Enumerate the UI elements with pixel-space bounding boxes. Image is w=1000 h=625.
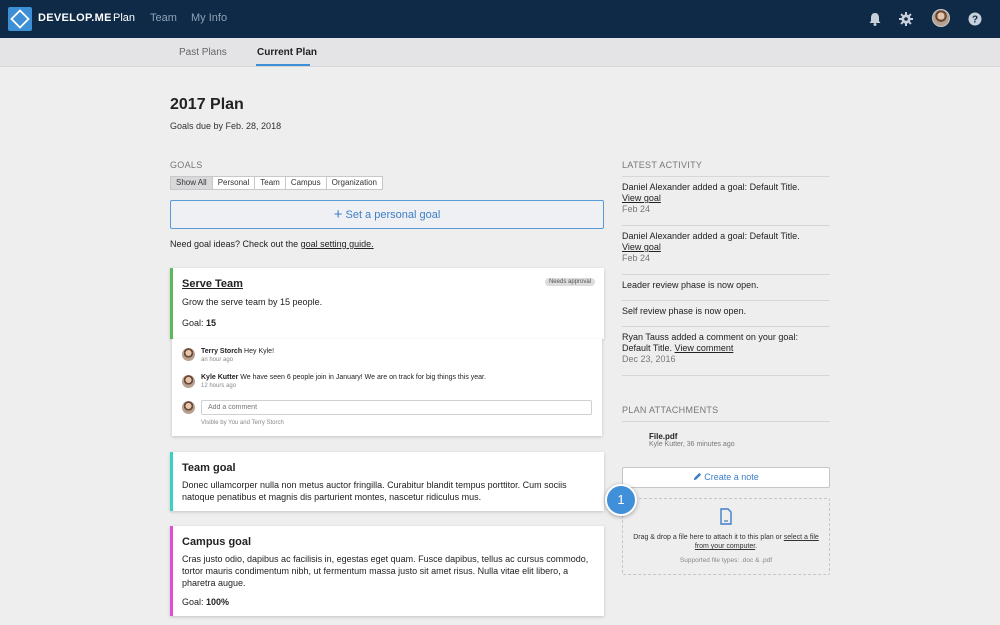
goal-description: Cras justo odio, dapibus ac facilisis in…: [182, 554, 589, 588]
create-note-label: Create a note: [704, 472, 759, 482]
help-icon[interactable]: ?: [967, 11, 983, 27]
pencil-icon: [694, 472, 702, 481]
logo-icon[interactable]: [8, 7, 32, 31]
activity-date: Feb 24: [622, 204, 651, 214]
drop-text-end: .: [755, 543, 758, 550]
goal-metric-label: Goal:: [182, 597, 207, 607]
bell-icon[interactable]: [867, 11, 883, 27]
comment-visibility: Visible by You and Terry Storch: [201, 420, 284, 426]
user-avatar[interactable]: [932, 9, 950, 27]
goal-ideas-text: Need goal ideas? Check out the goal sett…: [170, 239, 374, 249]
add-comment-input[interactable]: [201, 400, 592, 415]
comment-time: 12 hours ago: [201, 383, 237, 389]
filter-organization[interactable]: Organization: [325, 176, 383, 190]
plus-icon: +: [333, 206, 343, 223]
avatar: [182, 401, 195, 414]
create-note-button[interactable]: Create a note: [622, 467, 830, 488]
activity-item: Self review phase is now open.: [622, 306, 830, 327]
gear-icon[interactable]: [898, 11, 914, 27]
activity-text: Daniel Alexander added a goal: Default T…: [622, 231, 800, 241]
activity-item: Leader review phase is now open.: [622, 280, 830, 301]
step-marker[interactable]: 1: [605, 484, 637, 516]
activity-text: Daniel Alexander added a goal: Default T…: [622, 182, 800, 192]
activity-text: Leader review phase is now open.: [622, 280, 759, 290]
set-goal-label: Set a personal goal: [345, 209, 441, 221]
active-tab-indicator: [256, 64, 310, 66]
document-icon: [720, 508, 732, 525]
comment-text: Kyle Kutter We have seen 6 people join i…: [201, 374, 486, 381]
goal-description: Grow the serve team by 15 people.: [182, 297, 323, 307]
goal-filter-group: Show All Personal Team Campus Organizati…: [170, 176, 383, 190]
tab-past-plans[interactable]: Past Plans: [179, 47, 227, 58]
comment-body: Hey Kyle!: [242, 348, 275, 355]
goal-metric: Goal: 100%: [182, 597, 229, 607]
goal-metric-value: 100%: [206, 597, 230, 607]
comment-author: Kyle Kutter: [201, 374, 239, 381]
goal-title[interactable]: Serve Team: [182, 278, 243, 290]
goal-setting-guide-link[interactable]: goal setting guide.: [301, 239, 374, 249]
comment-text: Terry Storch Hey Kyle!: [201, 348, 274, 355]
avatar: [182, 375, 195, 388]
activity-item: Ryan Tauss added a comment on your goal:…: [622, 332, 830, 376]
drop-text: Drag & drop a file here to attach it to …: [633, 534, 784, 541]
top-navbar: DEVELOP.ME Plan Team My Info ?: [0, 0, 1000, 38]
comment-time: an hour ago: [201, 357, 234, 363]
plan-subnav: Past Plans Current Plan: [0, 38, 1000, 67]
plan-attachments-heading: PLAN ATTACHMENTS: [622, 405, 719, 415]
filter-campus[interactable]: Campus: [284, 176, 326, 190]
view-comment-link[interactable]: View comment: [675, 343, 734, 353]
goal-comments-panel: Terry Storch Hey Kyle! an hour ago Kyle …: [172, 339, 602, 436]
nav-plan[interactable]: Plan: [113, 12, 135, 24]
goal-metric: Goal: 15: [182, 318, 216, 328]
goal-card-team[interactable]: Team goal Donec ullamcorper nulla non me…: [170, 452, 604, 511]
attachment-file-name[interactable]: File.pdf: [649, 432, 677, 441]
nav-team[interactable]: Team: [150, 12, 177, 24]
drop-instructions: Drag & drop a file here to attach it to …: [623, 533, 829, 551]
svg-text:?: ?: [972, 15, 978, 26]
activity-item: Daniel Alexander added a goal: Default T…: [622, 182, 830, 226]
activity-text: Ryan Tauss added a comment on your goal:…: [622, 332, 812, 354]
activity-text: Self review phase is now open.: [622, 306, 747, 316]
page-title: 2017 Plan: [170, 96, 244, 113]
supported-file-types: Supported file types: .doc & .pdf: [679, 557, 773, 564]
goals-heading: GOALS: [170, 160, 203, 170]
goal-metric-value: 15: [206, 318, 217, 328]
status-badge: Needs approval: [544, 278, 595, 286]
filter-team[interactable]: Team: [254, 176, 285, 190]
tab-current-plan[interactable]: Current Plan: [257, 47, 317, 58]
goal-card-serve-team[interactable]: Serve Team Needs approval Grow the serve…: [170, 268, 604, 339]
filter-personal[interactable]: Personal: [211, 176, 255, 190]
comment-body: We have seen 6 people join in January! W…: [238, 374, 486, 381]
nav-my-info[interactable]: My Info: [191, 12, 227, 24]
plan-due-date: Goals due by Feb. 28, 2018: [170, 121, 282, 131]
brand-name[interactable]: DEVELOP.ME: [38, 12, 112, 24]
attachment-file-meta: Kyle Kutter, 36 minutes ago: [649, 441, 735, 448]
attachments-divider: [622, 421, 830, 422]
view-goal-link[interactable]: View goal: [622, 242, 661, 252]
goal-card-campus[interactable]: Campus goal Cras justo odio, dapibus ac …: [170, 526, 604, 616]
comment-author: Terry Storch: [201, 348, 243, 355]
file-drop-zone[interactable]: Drag & drop a file here to attach it to …: [622, 498, 830, 575]
goal-title[interactable]: Team goal: [182, 462, 236, 474]
set-personal-goal-button[interactable]: + Set a personal goal: [170, 200, 604, 229]
goal-title[interactable]: Campus goal: [182, 536, 251, 548]
goal-ideas-prefix: Need goal ideas? Check out the: [170, 239, 301, 249]
activity-date: Dec 23, 2016: [622, 354, 676, 364]
latest-activity-heading: LATEST ACTIVITY: [622, 160, 703, 170]
avatar: [182, 348, 195, 361]
goal-metric-label: Goal:: [182, 318, 207, 328]
view-goal-link[interactable]: View goal: [622, 193, 661, 203]
filter-show-all[interactable]: Show All: [170, 176, 212, 190]
activity-top-divider: [622, 176, 830, 177]
activity-item: Daniel Alexander added a goal: Default T…: [622, 231, 830, 275]
goal-description: Donec ullamcorper nulla non metus auctor…: [182, 480, 567, 502]
activity-date: Feb 24: [622, 253, 651, 263]
